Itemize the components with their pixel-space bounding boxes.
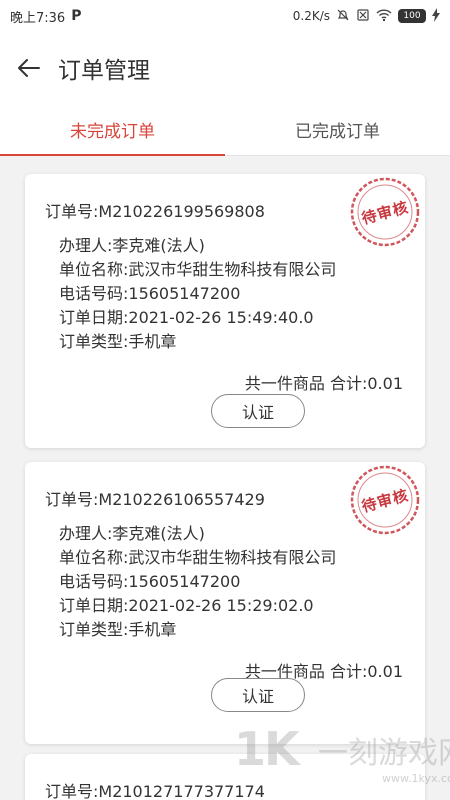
- arrow-left-icon[interactable]: [14, 53, 44, 83]
- date-field: 订单日期:2021-02-26 15:49:40.0: [59, 308, 314, 327]
- pending-review-stamp: 待审核: [349, 464, 421, 536]
- order-details: 办理人:李克难(法人) 单位名称:武汉市华甜生物科技有限公司 电话号码:1560…: [59, 234, 336, 354]
- type-field: 订单类型:手机章: [59, 332, 177, 351]
- company-field: 单位名称:武汉市华甜生物科技有限公司: [59, 548, 337, 567]
- app-notification-icon: P: [71, 8, 82, 24]
- status-time: 晚上7:36: [10, 10, 66, 26]
- status-bar: 晚上7:36 P 0.2K/s 100: [0, 0, 450, 32]
- order-number: 订单号:M210226106557429: [45, 490, 265, 509]
- charging-icon: [432, 7, 440, 25]
- nav-bar: 订单管理: [0, 32, 450, 104]
- page-title: 订单管理: [58, 58, 150, 84]
- handler-field: 办理人:李克难(法人): [59, 524, 205, 543]
- battery-icon: 100: [398, 9, 426, 23]
- order-summary: 共一件商品 合计:0.01: [244, 374, 403, 393]
- handler-field: 办理人:李克难(法人): [59, 236, 205, 255]
- order-number: 订单号:M210127177377174: [45, 782, 265, 800]
- verify-button[interactable]: 认证: [211, 678, 305, 712]
- order-tabs: 未完成订单 已完成订单: [0, 104, 450, 156]
- pending-review-stamp: 待审核: [349, 176, 421, 248]
- order-card[interactable]: 订单号:M210127177377174: [25, 754, 425, 800]
- type-field: 订单类型:手机章: [59, 620, 177, 639]
- phone-field: 电话号码:15605147200: [59, 284, 241, 303]
- tab-incomplete-orders[interactable]: 未完成订单: [0, 104, 225, 156]
- no-sim-icon: [356, 8, 370, 25]
- tab-completed-orders[interactable]: 已完成订单: [225, 104, 450, 155]
- order-card[interactable]: 订单号:M210226106557429 待审核 办理人:李克难(法人) 单位名…: [25, 462, 425, 744]
- phone-field: 电话号码:15605147200: [59, 572, 241, 591]
- company-field: 单位名称:武汉市华甜生物科技有限公司: [59, 260, 337, 279]
- order-card[interactable]: 订单号:M210226199569808 待审核 办理人:李克难(法人) 单位名…: [25, 174, 425, 448]
- order-number: 订单号:M210226199569808: [45, 202, 265, 221]
- network-speed: 0.2K/s: [292, 9, 330, 23]
- date-field: 订单日期:2021-02-26 15:29:02.0: [59, 596, 314, 615]
- verify-button[interactable]: 认证: [211, 394, 305, 428]
- wifi-icon: [376, 8, 392, 25]
- mute-bell-icon: [336, 8, 350, 25]
- order-list[interactable]: 订单号:M210226199569808 待审核 办理人:李克难(法人) 单位名…: [0, 156, 450, 800]
- order-details: 办理人:李克难(法人) 单位名称:武汉市华甜生物科技有限公司 电话号码:1560…: [59, 522, 336, 642]
